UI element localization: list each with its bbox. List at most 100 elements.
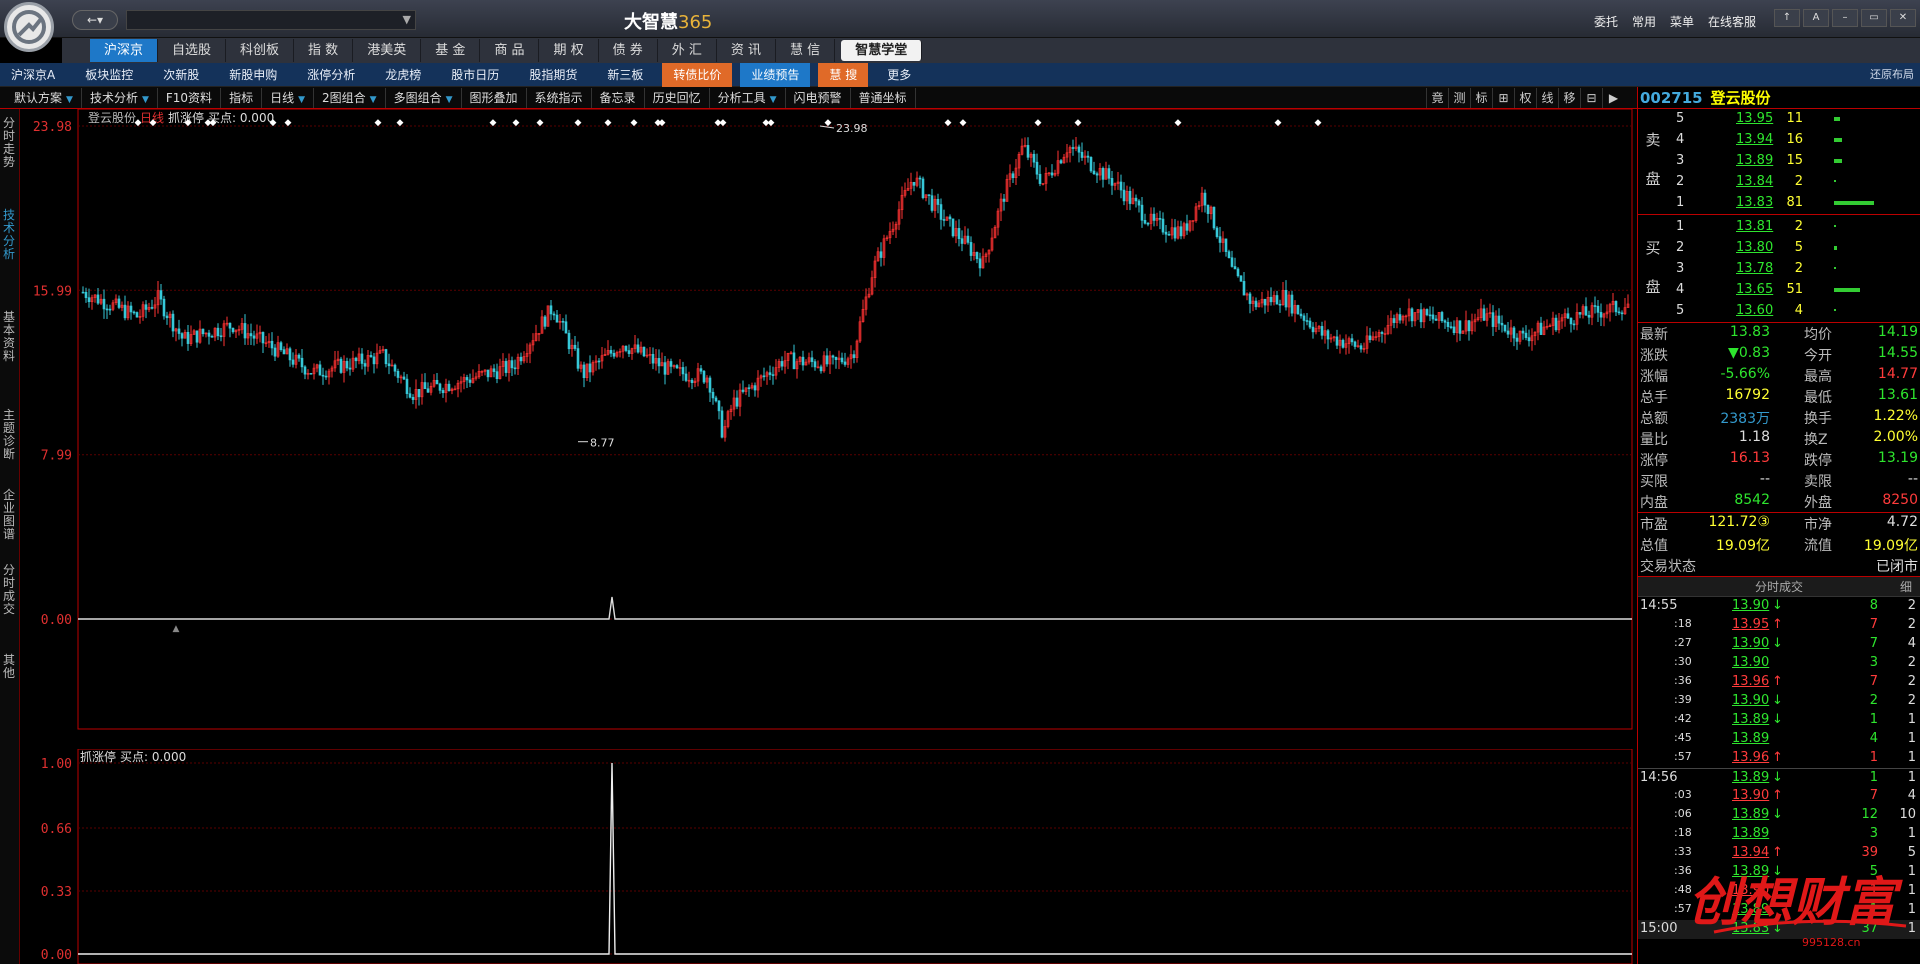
- subnav-item[interactable]: 股市日历: [440, 63, 510, 87]
- menu-item[interactable]: 债 券: [599, 39, 658, 62]
- window-button[interactable]: A: [1803, 9, 1829, 27]
- trade-volume: 12: [1861, 807, 1878, 822]
- dropdown-icon[interactable]: ▼: [770, 95, 777, 105]
- left-tab[interactable]: 企业图谱: [0, 489, 18, 541]
- subnav-item[interactable]: 次新股: [152, 63, 210, 87]
- candle-body: [303, 366, 307, 375]
- tool-icon[interactable]: ⊞: [1492, 88, 1514, 108]
- chevron-down-icon[interactable]: ▼: [403, 13, 411, 26]
- field-label: 外盘: [1804, 495, 1832, 511]
- toolbar-item[interactable]: 指标: [221, 88, 263, 108]
- subnav-item[interactable]: 新三板: [596, 63, 654, 87]
- menu-item[interactable]: 自选股: [158, 39, 227, 62]
- window-button[interactable]: –: [1832, 9, 1858, 27]
- trade-price: 13.90: [1732, 636, 1770, 651]
- menu-item[interactable]: 科创板: [226, 39, 295, 62]
- toolbar-item[interactable]: 闪电预警: [786, 88, 851, 108]
- toolbar-item[interactable]: 系统指示: [527, 88, 592, 108]
- dropdown-icon[interactable]: ▼: [142, 95, 149, 105]
- left-tab[interactable]: 技术分析: [0, 209, 18, 261]
- menu-item[interactable]: 资 讯: [717, 39, 777, 62]
- left-tab[interactable]: 基本资料: [0, 311, 18, 363]
- trade-row: :39 13.90 ↓ 2 2: [1638, 692, 1920, 711]
- menu-item[interactable]: 外 汇: [658, 39, 717, 62]
- menu-item[interactable]: 港美英: [353, 39, 422, 62]
- toolbar-item[interactable]: 普通坐标: [851, 88, 916, 108]
- toolbar-item[interactable]: 分析工具 ▼: [710, 88, 786, 108]
- subnav-item[interactable]: 转债比价: [662, 63, 733, 87]
- tool-icon[interactable]: 移: [1558, 88, 1580, 108]
- order-book: 5 13.95 11 4 13.94 16 3 13.89 15 2 13.84 2 1 13.83 81 1…: [1638, 109, 1920, 322]
- toolbar-item[interactable]: 日线 ▼: [262, 88, 315, 108]
- menu-item[interactable]: 智慧学堂: [841, 40, 923, 61]
- top-menu-item[interactable]: 菜单: [1670, 13, 1694, 30]
- dropdown-icon[interactable]: ▼: [370, 95, 377, 105]
- tool-icon[interactable]: 标: [1470, 88, 1492, 108]
- left-tab[interactable]: 分时成交: [0, 564, 18, 616]
- toolbar-item[interactable]: 历史回忆: [645, 88, 710, 108]
- subnav-item[interactable]: 龙虎榜: [374, 63, 432, 87]
- top-menu-item[interactable]: 在线客服: [1708, 13, 1756, 30]
- top-menu-item[interactable]: 委托: [1594, 13, 1618, 30]
- tool-icon[interactable]: 权: [1514, 88, 1536, 108]
- menu-item[interactable]: 慧 信: [776, 39, 836, 62]
- menu-item[interactable]: 指 数: [294, 39, 354, 62]
- left-tab[interactable]: 分时走势: [0, 117, 18, 169]
- subnav-item[interactable]: 慧 搜: [818, 63, 869, 87]
- tool-icon[interactable]: 竟: [1426, 88, 1448, 108]
- quote-field-row: 总额 2383万 换手 1.22%: [1638, 407, 1920, 428]
- address-bar[interactable]: ▼: [126, 10, 416, 30]
- candle-body: [1032, 153, 1036, 163]
- subnav-item[interactable]: 股指期货: [518, 63, 588, 87]
- dropdown-icon[interactable]: ▼: [298, 95, 305, 105]
- subnav-item[interactable]: 业绩预告: [740, 63, 811, 87]
- menu-item[interactable]: 商 品: [480, 39, 540, 62]
- toolbar-item[interactable]: 2图组合 ▼: [314, 88, 386, 108]
- kline-chart[interactable]: 23.9815.997.990.00登云股份 日线 抓涨停 买点: 0.000◆ ◆ ◆ ◆…: [20, 109, 1637, 749]
- toolbar-item[interactable]: 图形叠加: [462, 88, 527, 108]
- candle-body: [1320, 326, 1324, 336]
- indicator-chart[interactable]: 抓涨停 买点: 0.000 1.00 0.66 0.33 0.00: [20, 749, 1637, 964]
- sub-frame: [77, 749, 1633, 964]
- left-tab[interactable]: 主题诊断: [0, 409, 18, 461]
- restore-layout-button[interactable]: 还原布局: [1870, 66, 1914, 82]
- trade-row: :36 13.96 ↑ 7 2: [1638, 673, 1920, 692]
- subnav-item[interactable]: 涨停分析: [296, 63, 366, 87]
- left-tab[interactable]: 其他: [0, 654, 18, 680]
- window-button[interactable]: ↑: [1774, 9, 1800, 27]
- toolbar-item[interactable]: 默认方案 ▼: [6, 88, 82, 108]
- window-button[interactable]: ✕: [1890, 9, 1916, 27]
- tool-icon[interactable]: ▶: [1602, 88, 1624, 108]
- dropdown-icon[interactable]: ▼: [446, 95, 453, 105]
- subnav-item[interactable]: 更多: [876, 63, 922, 87]
- menu-item[interactable]: 期 权: [539, 39, 599, 62]
- menu-item[interactable]: 沪深京: [90, 39, 159, 62]
- back-forward-button[interactable]: ←▾: [72, 10, 118, 30]
- candle-body: [504, 361, 508, 373]
- tool-icon[interactable]: 测: [1448, 88, 1470, 108]
- candle-body: [348, 367, 352, 370]
- trade-row: :06 13.89 ↓ 12 10: [1638, 806, 1920, 825]
- toolbar-item[interactable]: 多图组合 ▼: [386, 88, 462, 108]
- candle-body: [1380, 332, 1384, 334]
- top-right-menu: 委托 常用 菜单 在线客服: [1594, 13, 1770, 30]
- candle-body: [279, 342, 283, 350]
- trade-volume: 1: [1869, 770, 1878, 785]
- top-menu-item[interactable]: 常用: [1632, 13, 1656, 30]
- tool-icon[interactable]: 线: [1536, 88, 1558, 108]
- toolbar-item[interactable]: 技术分析 ▼: [82, 88, 158, 108]
- window-button[interactable]: ▭: [1861, 9, 1887, 27]
- subnav-item[interactable]: 新股申购: [218, 63, 288, 87]
- trade-volume: 3: [1869, 655, 1878, 670]
- dropdown-icon[interactable]: ▼: [66, 95, 73, 105]
- candle-body: [1218, 236, 1222, 243]
- toolbar-item[interactable]: F10资料: [158, 88, 222, 108]
- subnav-item[interactable]: 沪深京A: [0, 63, 66, 87]
- menu-item[interactable]: 基 金: [421, 39, 481, 62]
- subnav-item[interactable]: 板块监控: [74, 63, 144, 87]
- tool-icon[interactable]: ⊟: [1580, 88, 1602, 108]
- app-brand: 大智慧365: [624, 12, 713, 33]
- candle-body: [132, 311, 136, 314]
- toolbar-item[interactable]: 备忘录: [592, 88, 645, 108]
- field-label: 均价: [1804, 327, 1832, 343]
